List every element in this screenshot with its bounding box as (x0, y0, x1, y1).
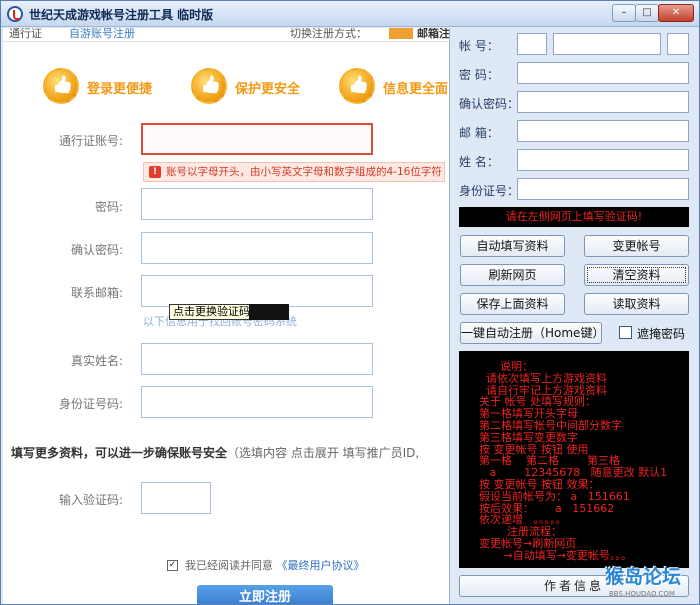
load-data-button[interactable]: 读取资料 (584, 293, 689, 315)
instructions-panel: 说明： 请依次填写上方游戏资料 请自行牢记上方游戏资料 关于 帐号 处填写规则：… (459, 351, 689, 568)
account-suffix-input[interactable] (667, 33, 689, 55)
account-label: 通行证账号: (58, 134, 123, 148)
instruction-line: 第二格填写帐号中间部分数字 (479, 418, 622, 432)
email-label: 联系邮箱: (70, 286, 123, 300)
agree-text: 我已经阅读并同意 《最终用户协议》 (185, 557, 365, 573)
strip-passport-text: 通行证 (9, 28, 42, 40)
agree-checkbox[interactable]: ✓ (167, 560, 178, 571)
save-data-button[interactable]: 保存上面资料 (460, 293, 565, 315)
panel-idcard-label: 身份证号： (459, 184, 520, 198)
panel-email-input[interactable] (517, 120, 689, 142)
hide-password-label[interactable]: 遮掩密码 (637, 325, 685, 342)
error-text: 账号以字母开头，由小写英文字母和数字组成的4-16位字符 (166, 166, 442, 178)
embedded-web-page[interactable]: 通行证 自游账号注册 切换注册方式： 邮箱注 登录更便捷 保护更安全 信息更全面… (3, 28, 450, 604)
panel-idcard-input[interactable] (517, 178, 689, 200)
panel-account-label: 帐 号： (459, 39, 499, 53)
error-icon: ! (149, 166, 161, 178)
captcha-banner: 请在左侧网页上填写验证码! (459, 207, 689, 227)
realname-input[interactable] (141, 343, 373, 375)
refresh-page-button[interactable]: 刷新网页 (460, 264, 565, 286)
instruction-line: 第三格填写变更数字 (479, 430, 578, 444)
more-info-note: （选填内容 点击展开 填写推广员ID, (227, 446, 420, 460)
account-prefix-input[interactable] (517, 33, 547, 55)
user-agreement-link[interactable]: 《最终用户协议》 (277, 559, 365, 572)
panel-confirm-label: 确认密码： (459, 97, 520, 111)
captcha-tooltip: 点击更换验证码 (169, 304, 254, 320)
forum-watermark: 猴岛论坛 BBS.HOUDAO.COM (605, 562, 700, 605)
strip-register-link[interactable]: 自游账号注册 (69, 28, 135, 41)
panel-confirm-input[interactable] (517, 91, 689, 113)
confirm-password-input[interactable] (141, 232, 373, 264)
watermark-url: BBS.HOUDAO.COM (609, 590, 675, 598)
tooltip-redacted-block (249, 304, 289, 320)
thumbs-up-badge-icon (339, 68, 375, 104)
instruction-line: →自动填写→变更帐号。。。 (479, 548, 632, 562)
thumbs-up-badge-icon (191, 68, 227, 104)
more-info-title: 填写更多资料，可以进一步确保账号安全 (11, 446, 228, 460)
method-badge-icon[interactable] (389, 28, 413, 39)
panel-password-label: 密 码： (459, 68, 499, 82)
idcard-input[interactable] (141, 386, 373, 418)
more-info-expander[interactable]: 填写更多资料，可以进一步确保账号安全（选填内容 点击展开 填写推广员ID, (11, 444, 419, 461)
switch-method-label: 切换注册方式： (290, 28, 367, 40)
page-top-strip: 通行证 自游账号注册 切换注册方式： 邮箱注 (3, 28, 449, 42)
feature-label: 信息更全面 (383, 82, 449, 97)
app-logo-icon (7, 6, 23, 22)
captcha-label: 输入验证码: (58, 493, 123, 507)
panel-name-input[interactable] (517, 149, 689, 171)
email-method-link[interactable]: 邮箱注 (417, 28, 449, 41)
instruction-line: 假设当前帐号为： a 151661 (479, 489, 630, 503)
feature-label: 保护更安全 (235, 82, 301, 97)
agree-label: 我已经阅读并同意 (185, 559, 273, 572)
register-button[interactable]: 立即注册 (197, 585, 333, 604)
autofill-button[interactable]: 自动填写资料 (460, 235, 565, 257)
instruction-line: 变更帐号→刷新网页 (479, 536, 577, 550)
minimize-button[interactable]: – (612, 4, 636, 22)
watermark-title: 猴岛论坛 (605, 566, 682, 588)
title-bar[interactable]: 世纪天成游戏帐号注册工具 临时版 – □ ✕ (1, 1, 699, 27)
maximize-button[interactable]: □ (635, 4, 659, 22)
clear-data-button[interactable]: 清空资料 (584, 264, 689, 286)
idcard-label: 身份证号码: (58, 397, 123, 411)
feature-label: 登录更便捷 (87, 82, 153, 97)
account-input[interactable] (141, 123, 373, 155)
hide-password-checkbox[interactable] (619, 326, 632, 339)
account-number-input[interactable] (553, 33, 661, 55)
app-window: 世纪天成游戏帐号注册工具 临时版 – □ ✕ 通行证 自游账号注册 切换注册方式… (0, 0, 700, 605)
thumbs-up-badge-icon (43, 68, 79, 104)
instruction-line: 请依次填写上方游戏资料 (479, 371, 607, 385)
account-error-message: ! 账号以字母开头，由小写英文字母和数字组成的4-16位字符 (143, 162, 445, 182)
panel-name-label: 姓 名： (459, 155, 499, 169)
change-account-button[interactable]: 变更帐号 (584, 235, 689, 257)
confirm-password-label: 确认密码: (70, 243, 123, 257)
email-input[interactable] (141, 275, 373, 307)
window-title: 世纪天成游戏帐号注册工具 临时版 (29, 8, 214, 22)
realname-label: 真实姓名: (70, 354, 123, 368)
one-click-register-button[interactable]: 一键自动注册（Home键） (460, 322, 604, 344)
instruction-line: 按 变更帐号 按钮 效果： (479, 477, 600, 491)
close-button[interactable]: ✕ (658, 4, 694, 22)
panel-email-label: 邮 箱： (459, 126, 499, 140)
captcha-input[interactable] (141, 482, 211, 514)
panel-password-input[interactable] (517, 62, 689, 84)
password-label: 密码: (94, 200, 123, 214)
password-input[interactable] (141, 188, 373, 220)
